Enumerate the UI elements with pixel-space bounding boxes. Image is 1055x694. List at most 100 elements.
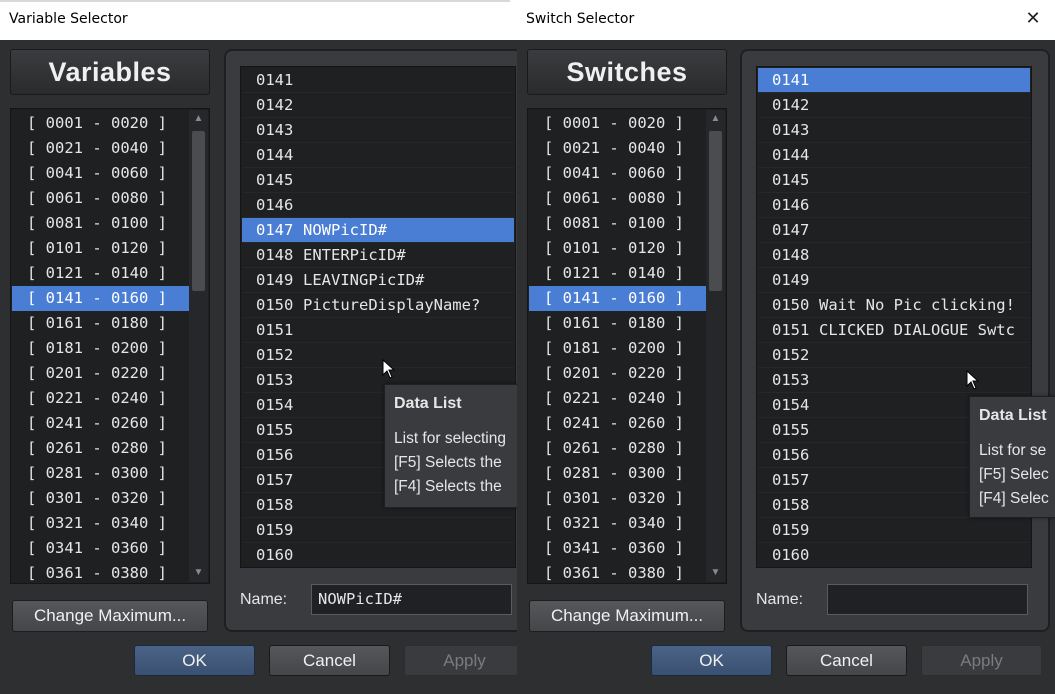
- range-scrollbar[interactable]: ▲ ▼: [189, 110, 208, 582]
- range-item[interactable]: [ 0061 - 0080 ]: [12, 186, 190, 211]
- data-row[interactable]: 0142: [242, 93, 514, 118]
- scroll-up-icon[interactable]: ▲: [706, 110, 725, 128]
- name-input[interactable]: [827, 584, 1028, 615]
- apply-button[interactable]: Apply: [404, 645, 519, 676]
- data-list-tooltip: Data List List for se [F5] Selec [F4] Se…: [969, 396, 1055, 518]
- data-row[interactable]: 0146: [758, 193, 1030, 218]
- range-item[interactable]: [ 0101 - 0120 ]: [12, 236, 190, 261]
- data-row[interactable]: 0150 Wait No Pic clicking!: [758, 293, 1030, 318]
- range-list[interactable]: [ 0361 - 0380 ][ 0341 - 0360 ][ 0321 - 0…: [10, 108, 210, 584]
- range-item[interactable]: [ 0181 - 0200 ]: [12, 336, 190, 361]
- change-maximum-button[interactable]: Change Maximum...: [12, 600, 208, 632]
- range-item[interactable]: [ 0321 - 0340 ]: [12, 511, 190, 536]
- data-row[interactable]: 0148: [758, 243, 1030, 268]
- range-item[interactable]: [ 0221 - 0240 ]: [12, 386, 190, 411]
- change-maximum-button[interactable]: Change Maximum...: [529, 600, 725, 632]
- scroll-up-icon[interactable]: ▲: [189, 110, 208, 128]
- range-item[interactable]: [ 0141 - 0160 ]: [529, 286, 707, 311]
- data-row[interactable]: 0149: [758, 268, 1030, 293]
- range-item[interactable]: [ 0081 - 0100 ]: [529, 211, 707, 236]
- data-row[interactable]: 0144: [758, 143, 1030, 168]
- data-row[interactable]: 0146: [242, 193, 514, 218]
- data-row[interactable]: 0159: [242, 518, 514, 543]
- data-row[interactable]: 0160: [758, 543, 1030, 567]
- range-item[interactable]: [ 0121 - 0140 ]: [529, 261, 707, 286]
- row-number: 0155: [256, 421, 294, 439]
- cancel-button[interactable]: Cancel: [269, 645, 390, 676]
- range-item[interactable]: [ 0061 - 0080 ]: [529, 186, 707, 211]
- range-item[interactable]: [ 0361 - 0380 ]: [12, 561, 190, 583]
- range-item[interactable]: [ 0341 - 0360 ]: [529, 536, 707, 561]
- scroll-thumb[interactable]: [709, 131, 722, 291]
- name-label: Name:: [756, 591, 804, 608]
- window-title: Variable Selector: [9, 11, 128, 27]
- data-row[interactable]: 0152: [242, 343, 514, 368]
- row-number: 0153: [256, 371, 294, 389]
- data-row[interactable]: 0143: [242, 118, 514, 143]
- range-item[interactable]: [ 0141 - 0160 ]: [12, 286, 190, 311]
- range-scrollbar[interactable]: ▲ ▼: [706, 110, 725, 582]
- row-number: 0146: [772, 196, 810, 214]
- cancel-button[interactable]: Cancel: [786, 645, 907, 676]
- range-item[interactable]: [ 0221 - 0240 ]: [529, 386, 707, 411]
- data-row[interactable]: 0149 LEAVINGPicID#: [242, 268, 514, 293]
- range-item[interactable]: [ 0041 - 0060 ]: [12, 161, 190, 186]
- range-item[interactable]: [ 0201 - 0220 ]: [12, 361, 190, 386]
- range-item[interactable]: [ 0001 - 0020 ]: [529, 111, 707, 136]
- range-item[interactable]: [ 0281 - 0300 ]: [529, 461, 707, 486]
- data-row[interactable]: 0150 PictureDisplayName?: [242, 293, 514, 318]
- data-row[interactable]: 0152: [758, 343, 1030, 368]
- data-row[interactable]: 0145: [242, 168, 514, 193]
- range-item[interactable]: [ 0341 - 0360 ]: [12, 536, 190, 561]
- range-item[interactable]: [ 0001 - 0020 ]: [12, 111, 190, 136]
- data-panel: 0141 0142 0143 0144 0145 0146 0147 NOWPicID# 014…: [224, 49, 519, 632]
- range-item[interactable]: [ 0081 - 0100 ]: [12, 211, 190, 236]
- data-row[interactable]: 0145: [758, 168, 1030, 193]
- range-item[interactable]: [ 0261 - 0280 ]: [12, 436, 190, 461]
- data-row[interactable]: 0151 CLICKED DIALOGUE Swtc: [758, 318, 1030, 343]
- data-row[interactable]: 0147 NOWPicID#: [242, 218, 514, 243]
- range-item[interactable]: [ 0301 - 0320 ]: [529, 486, 707, 511]
- range-item[interactable]: [ 0181 - 0200 ]: [529, 336, 707, 361]
- mouse-cursor-icon: [382, 359, 396, 379]
- range-item[interactable]: [ 0241 - 0260 ]: [529, 411, 707, 436]
- range-item[interactable]: [ 0021 - 0040 ]: [12, 136, 190, 161]
- close-icon[interactable]: ✕: [1023, 9, 1043, 29]
- scroll-down-icon[interactable]: ▼: [706, 564, 725, 582]
- row-number: 0152: [772, 346, 810, 364]
- range-item[interactable]: [ 0101 - 0120 ]: [529, 236, 707, 261]
- data-row[interactable]: 0142: [758, 93, 1030, 118]
- range-item[interactable]: [ 0161 - 0180 ]: [12, 311, 190, 336]
- range-item[interactable]: [ 0021 - 0040 ]: [529, 136, 707, 161]
- scroll-down-icon[interactable]: ▼: [189, 564, 208, 582]
- ok-button[interactable]: OK: [134, 645, 255, 676]
- range-item[interactable]: [ 0301 - 0320 ]: [12, 486, 190, 511]
- data-row[interactable]: 0144: [242, 143, 514, 168]
- apply-button[interactable]: Apply: [921, 645, 1042, 676]
- data-row[interactable]: 0160: [242, 543, 514, 567]
- range-item[interactable]: [ 0361 - 0380 ]: [529, 561, 707, 583]
- data-row[interactable]: 0148 ENTERPicID#: [242, 243, 514, 268]
- range-item[interactable]: [ 0241 - 0260 ]: [12, 411, 190, 436]
- scroll-thumb[interactable]: [192, 131, 205, 291]
- range-item[interactable]: [ 0261 - 0280 ]: [529, 436, 707, 461]
- data-row[interactable]: 0153: [758, 368, 1030, 393]
- row-number: 0143: [256, 121, 294, 139]
- range-item[interactable]: [ 0281 - 0300 ]: [12, 461, 190, 486]
- name-input[interactable]: NOWPicID#: [311, 584, 512, 615]
- range-item[interactable]: [ 0201 - 0220 ]: [529, 361, 707, 386]
- row-number: 0141: [772, 71, 810, 89]
- range-item[interactable]: [ 0121 - 0140 ]: [12, 261, 190, 286]
- data-row[interactable]: 0151: [242, 318, 514, 343]
- range-item[interactable]: [ 0321 - 0340 ]: [529, 511, 707, 536]
- range-item[interactable]: [ 0041 - 0060 ]: [529, 161, 707, 186]
- range-list[interactable]: [ 0361 - 0380 ][ 0341 - 0360 ][ 0321 - 0…: [527, 108, 727, 584]
- data-row[interactable]: 0147: [758, 218, 1030, 243]
- data-row[interactable]: 0141: [242, 68, 514, 93]
- data-row[interactable]: 0141: [758, 68, 1030, 93]
- range-item[interactable]: [ 0161 - 0180 ]: [529, 311, 707, 336]
- data-row[interactable]: 0159: [758, 518, 1030, 543]
- ok-button[interactable]: OK: [651, 645, 772, 676]
- tooltip-title: Data List: [979, 407, 1047, 424]
- data-row[interactable]: 0143: [758, 118, 1030, 143]
